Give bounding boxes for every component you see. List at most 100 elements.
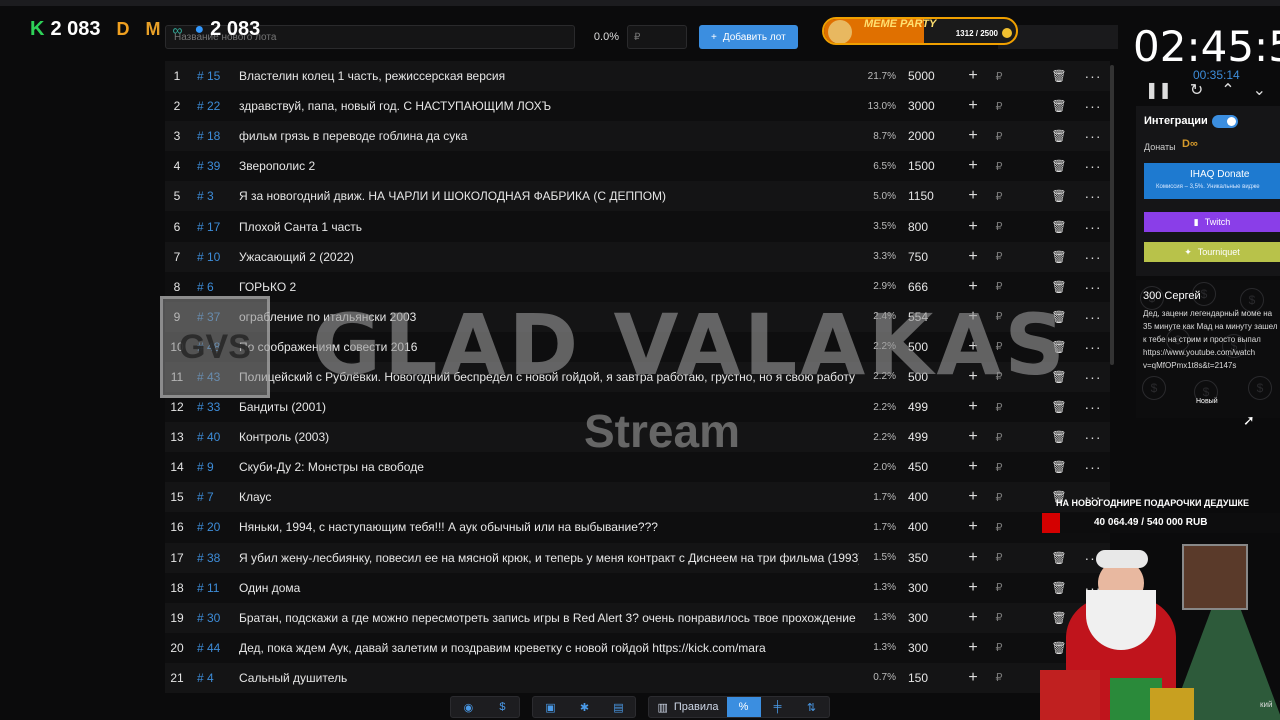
more-icon[interactable]: ··· xyxy=(1080,339,1106,355)
plus-icon[interactable]: + xyxy=(956,67,990,85)
lot-row[interactable]: 7 # 10 Ужасающий 2 (2022) 3.3% 750 + ₽ 🗑 ··· xyxy=(165,241,1110,272)
plus-icon[interactable]: + xyxy=(956,278,990,296)
ruble-icon[interactable]: ₽ xyxy=(990,401,1008,414)
lot-id-link[interactable]: # 30 xyxy=(189,611,239,625)
plus-icon[interactable]: + xyxy=(956,248,990,266)
plus-icon[interactable]: + xyxy=(956,518,990,536)
more-icon[interactable]: ··· xyxy=(1080,459,1106,475)
plus-icon[interactable]: + xyxy=(956,579,990,597)
lot-id-link[interactable]: # 18 xyxy=(189,129,239,143)
lot-row[interactable]: 5 # 3Я за новогодний движ. НА ЧАРЛИ И ШОК… xyxy=(165,181,1110,212)
ruble-icon[interactable]: ₽ xyxy=(990,551,1008,564)
ruble-icon[interactable]: ₽ xyxy=(990,250,1008,263)
trash-icon[interactable]: 🗑 xyxy=(1008,220,1080,234)
lot-row[interactable]: 17 # 38 Я убил жену-лесбиянку, повесил ее … xyxy=(165,542,1110,573)
lot-id-link[interactable]: # 40 xyxy=(189,430,239,444)
lot-id-link[interactable]: # 6 xyxy=(189,280,239,294)
integrations-toggle[interactable] xyxy=(1212,115,1238,128)
lot-id-link[interactable]: # 15 xyxy=(189,69,239,83)
lot-id-link[interactable]: # 33 xyxy=(189,400,239,414)
compress-button[interactable]: ╪ xyxy=(761,697,795,717)
more-icon[interactable]: ··· xyxy=(1080,279,1106,295)
lots-scrollbar[interactable] xyxy=(1110,65,1114,365)
lot-row[interactable]: 15 # 7 Клаус 1.7% 400 + ₽ 🗑 ··· xyxy=(165,482,1110,513)
ruble-icon[interactable]: ₽ xyxy=(990,521,1008,534)
ruble-icon[interactable]: ₽ xyxy=(990,280,1008,293)
trash-icon[interactable]: 🗑 xyxy=(1008,129,1080,143)
lot-id-link[interactable]: # 10 xyxy=(189,250,239,264)
sort-button[interactable]: ⇅ xyxy=(795,697,829,717)
ruble-icon[interactable]: ₽ xyxy=(990,581,1008,594)
more-icon[interactable]: ··· xyxy=(1080,249,1106,265)
trash-icon[interactable]: 🗑 xyxy=(1008,250,1080,264)
more-icon[interactable]: ··· xyxy=(1080,98,1106,114)
more-icon[interactable]: ··· xyxy=(1080,68,1106,84)
ruble-icon[interactable]: ₽ xyxy=(990,641,1008,654)
trash-icon[interactable]: 🗑 xyxy=(1008,400,1080,414)
add-lot-button[interactable]: + Добавить лот xyxy=(699,25,798,49)
plus-icon[interactable]: + xyxy=(956,157,990,175)
plus-icon[interactable]: + xyxy=(956,218,990,236)
lot-row[interactable]: 18 # 11 Один дома 1.3% 300 + ₽ 🗑 ··· xyxy=(165,572,1110,603)
ruble-icon[interactable]: ₽ xyxy=(990,431,1008,444)
more-icon[interactable]: ··· xyxy=(1080,188,1106,204)
trash-icon[interactable]: 🗑 xyxy=(1008,69,1080,83)
lot-id-link[interactable]: # 9 xyxy=(189,460,239,474)
ruble-icon[interactable]: ₽ xyxy=(990,491,1008,504)
more-icon[interactable]: ··· xyxy=(1080,369,1106,385)
plus-icon[interactable]: + xyxy=(956,428,990,446)
more-icon[interactable]: ··· xyxy=(1080,128,1106,144)
ruble-icon[interactable]: ₽ xyxy=(990,190,1008,203)
trash-icon[interactable]: 🗑 xyxy=(1008,99,1080,113)
clear-button[interactable]: ▤ xyxy=(601,697,635,717)
lot-id-link[interactable]: # 3 xyxy=(189,189,239,203)
plus-icon[interactable]: + xyxy=(956,187,990,205)
lot-row[interactable]: 19 # 30 Братан, подскажи а где можно перес… xyxy=(165,602,1110,633)
github-button[interactable]: ◉ xyxy=(451,697,485,717)
lot-id-link[interactable]: # 20 xyxy=(189,520,239,534)
rules-button[interactable]: ▥ Правила xyxy=(649,697,726,717)
more-icon[interactable]: ··· xyxy=(1080,399,1106,415)
trash-icon[interactable]: 🗑 xyxy=(1008,430,1080,444)
ruble-icon[interactable]: ₽ xyxy=(990,461,1008,474)
plus-icon[interactable]: + xyxy=(956,488,990,506)
twitch-button[interactable]: ▮ Twitch xyxy=(1144,212,1280,232)
more-icon[interactable]: ··· xyxy=(1080,219,1106,235)
lot-row[interactable]: 1 # 15 Властелин колец 1 часть, режиссерск… xyxy=(165,61,1110,92)
trash-icon[interactable]: 🗑 xyxy=(1008,189,1080,203)
chevron-up-icon[interactable]: ⌃ xyxy=(1221,80,1234,100)
ruble-icon[interactable]: ₽ xyxy=(990,130,1008,143)
plus-icon[interactable]: + xyxy=(956,639,990,657)
more-icon[interactable]: ··· xyxy=(1080,309,1106,325)
dollar-button[interactable]: $ xyxy=(485,697,519,717)
ruble-icon[interactable]: ₽ xyxy=(990,220,1008,233)
ihaq-donate-button[interactable]: IHAQ Donate Комиссия – 3,5%. Уникальные … xyxy=(1144,163,1280,199)
lot-amount-input[interactable] xyxy=(627,25,687,49)
lot-id-link[interactable]: # 17 xyxy=(189,220,239,234)
more-icon[interactable]: ··· xyxy=(1080,429,1106,445)
trash-icon[interactable]: 🗑 xyxy=(1008,159,1080,173)
lot-id-link[interactable]: # 22 xyxy=(189,99,239,113)
plus-icon[interactable]: + xyxy=(956,458,990,476)
ruble-icon[interactable]: ₽ xyxy=(990,100,1008,113)
plus-icon[interactable]: + xyxy=(956,609,990,627)
trash-icon[interactable]: 🗑 xyxy=(1008,280,1080,294)
chevron-down-icon[interactable]: ⌄ xyxy=(1253,80,1266,100)
lot-id-link[interactable]: # 4 xyxy=(189,671,239,685)
ruble-icon[interactable]: ₽ xyxy=(990,70,1008,83)
ruble-icon[interactable]: ₽ xyxy=(990,160,1008,173)
plus-icon[interactable]: + xyxy=(956,97,990,115)
ruble-icon[interactable]: ₽ xyxy=(990,671,1008,684)
save-button[interactable]: ▣ xyxy=(533,697,567,717)
lot-id-link[interactable]: # 11 xyxy=(189,581,239,595)
plus-icon[interactable]: + xyxy=(956,549,990,567)
lot-id-link[interactable]: # 38 xyxy=(189,551,239,565)
plus-icon[interactable]: + xyxy=(956,127,990,145)
ruble-icon[interactable]: ₽ xyxy=(990,611,1008,624)
plus-icon[interactable]: + xyxy=(956,398,990,416)
reset-icon[interactable]: ↻ xyxy=(1190,80,1203,100)
lot-row[interactable]: 20 # 44 Дед, пока ждем Аук, давай залетим … xyxy=(165,632,1110,663)
lot-row[interactable]: 4 # 39 Зверополис 2 6.5% 1500 + ₽ 🗑 ··· xyxy=(165,151,1110,182)
bug-button[interactable]: ✱ xyxy=(567,697,601,717)
lot-row[interactable]: 16 # 20 Няньки, 1994, с наступающим тебя!!… xyxy=(165,512,1110,543)
